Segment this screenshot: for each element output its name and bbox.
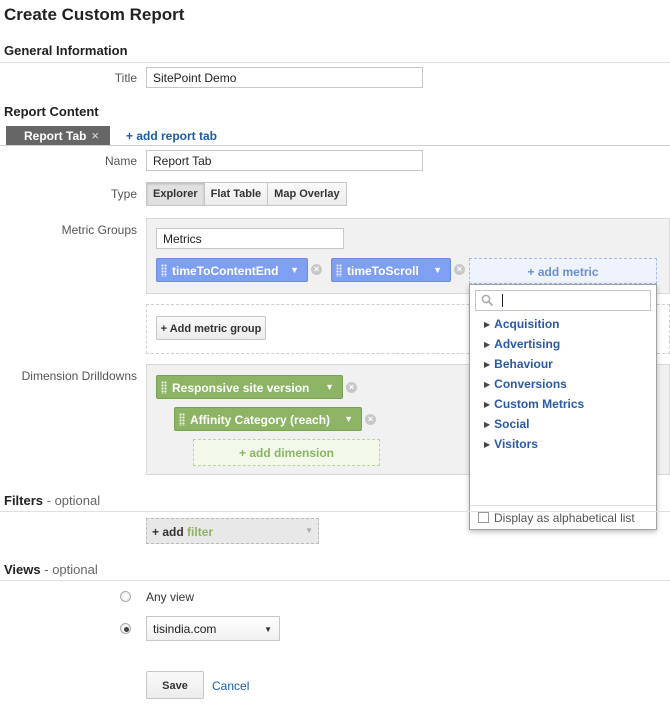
view-select-value: tisindia.com xyxy=(153,622,217,636)
title-label: Title xyxy=(114,71,137,85)
add-report-tab-link[interactable]: + add report tab xyxy=(126,129,217,143)
expand-arrow-icon: ▶ xyxy=(484,360,491,369)
report-content-heading: Report Content xyxy=(4,104,99,119)
page-title: Create Custom Report xyxy=(4,5,185,24)
divider xyxy=(0,511,670,512)
divider xyxy=(0,580,670,581)
name-input[interactable] xyxy=(146,150,423,171)
dimension-chip-responsive-site-version[interactable]: Responsive site version ▼ xyxy=(156,375,343,399)
specific-view-radio[interactable] xyxy=(120,623,131,634)
metric-category-acquisition[interactable]: ▶ Acquisition xyxy=(484,317,560,331)
dimension-chip-label: Responsive site version xyxy=(172,381,310,395)
metric-category-behaviour[interactable]: ▶ Behaviour xyxy=(484,357,553,371)
metric-category-custom-metrics[interactable]: ▶ Custom Metrics xyxy=(484,397,584,411)
drag-handle-icon[interactable] xyxy=(336,264,342,277)
any-view-radio[interactable] xyxy=(120,591,131,602)
category-label: Acquisition xyxy=(494,317,560,331)
filters-heading: Filters - optional xyxy=(4,493,100,508)
chevron-down-icon[interactable]: ▼ xyxy=(433,265,442,275)
add-filter-prefix: + add xyxy=(152,525,184,539)
chevron-down-icon[interactable]: ▼ xyxy=(325,382,334,392)
chevron-down-icon: ▼ xyxy=(264,625,272,634)
metric-search-input[interactable] xyxy=(475,290,651,311)
close-icon[interactable]: × xyxy=(91,128,99,143)
view-select[interactable]: tisindia.com ▼ xyxy=(146,616,280,641)
metric-category-conversions[interactable]: ▶ Conversions xyxy=(484,377,567,391)
optional-label: - optional xyxy=(44,562,98,577)
views-heading-text: Views xyxy=(4,562,41,577)
add-metric-group-button[interactable]: + Add metric group xyxy=(156,316,266,340)
metric-groups-label: Metric Groups xyxy=(61,223,137,237)
alphabetical-list-checkbox[interactable] xyxy=(478,512,489,523)
chevron-down-icon: ▼ xyxy=(305,526,313,535)
views-heading: Views - optional xyxy=(4,562,98,577)
title-input[interactable] xyxy=(146,67,423,88)
drag-handle-icon[interactable] xyxy=(179,413,185,426)
general-information-heading: General Information xyxy=(4,43,128,58)
any-view-label: Any view xyxy=(146,590,195,604)
remove-metric-icon[interactable]: × xyxy=(311,264,322,275)
type-label: Type xyxy=(110,187,137,201)
category-label: Social xyxy=(494,417,530,431)
expand-arrow-icon: ▶ xyxy=(484,320,491,329)
metric-category-social[interactable]: ▶ Social xyxy=(484,417,530,431)
category-label: Advertising xyxy=(494,337,561,351)
chevron-down-icon[interactable]: ▼ xyxy=(290,265,299,275)
category-label: Behaviour xyxy=(494,357,553,371)
divider xyxy=(0,62,670,63)
text-cursor xyxy=(502,294,503,307)
type-flat-table-button[interactable]: Flat Table xyxy=(204,183,269,205)
add-filter-button[interactable]: + add filter ▼ xyxy=(146,518,319,544)
chevron-down-icon[interactable]: ▼ xyxy=(344,414,353,424)
optional-label: - optional xyxy=(46,493,101,508)
metric-chip-timetocontentend[interactable]: timeToContentEnd ▼ xyxy=(156,258,308,282)
category-label: Custom Metrics xyxy=(494,397,585,411)
metric-category-visitors[interactable]: ▶ Visitors xyxy=(484,437,538,451)
search-icon xyxy=(481,294,494,307)
tab-report-tab[interactable]: Report Tab × xyxy=(6,126,110,145)
dimension-chip-affinity-category[interactable]: Affinity Category (reach) ▼ xyxy=(174,407,362,431)
type-map-overlay-button[interactable]: Map Overlay xyxy=(268,183,346,205)
drag-handle-icon[interactable] xyxy=(161,264,167,277)
filters-heading-text: Filters xyxy=(4,493,44,508)
metric-chip-label: timeToContentEnd xyxy=(172,264,279,278)
dimension-chip-label: Affinity Category (reach) xyxy=(190,413,331,427)
remove-metric-icon[interactable]: × xyxy=(454,264,465,275)
metric-group-name-input[interactable] xyxy=(156,228,344,249)
expand-arrow-icon: ▶ xyxy=(484,340,491,349)
expand-arrow-icon: ▶ xyxy=(484,400,491,409)
expand-arrow-icon: ▶ xyxy=(484,440,491,449)
dropdown-divider xyxy=(470,505,656,506)
metric-chip-label: timeToScroll xyxy=(347,264,419,278)
type-explorer-button[interactable]: Explorer xyxy=(147,183,205,205)
remove-dimension-icon[interactable]: × xyxy=(346,382,357,393)
dimension-drilldowns-label: Dimension Drilldowns xyxy=(21,369,137,383)
add-dimension-button[interactable]: + add dimension xyxy=(193,439,380,466)
expand-arrow-icon: ▶ xyxy=(484,420,491,429)
metric-picker-dropdown: ▶ Acquisition ▶ Advertising ▶ Behaviour ▶ Co… xyxy=(469,284,657,530)
remove-dimension-icon[interactable]: × xyxy=(365,414,376,425)
category-label: Conversions xyxy=(494,377,567,391)
expand-arrow-icon: ▶ xyxy=(484,380,491,389)
category-label: Visitors xyxy=(494,437,538,451)
alphabetical-list-label: Display as alphabetical list xyxy=(494,511,635,525)
type-selector: Explorer Flat Table Map Overlay xyxy=(146,182,347,206)
metric-category-advertising[interactable]: ▶ Advertising xyxy=(484,337,560,351)
metric-chip-timetoscroll[interactable]: timeToScroll ▼ xyxy=(331,258,451,282)
save-button[interactable]: Save xyxy=(146,671,204,699)
drag-handle-icon[interactable] xyxy=(161,381,167,394)
add-metric-button[interactable]: + add metric xyxy=(469,258,657,284)
tab-label: Report Tab xyxy=(24,129,87,143)
add-filter-word: filter xyxy=(187,525,214,539)
tab-divider xyxy=(0,145,670,146)
cancel-link[interactable]: Cancel xyxy=(212,679,249,693)
name-label: Name xyxy=(104,154,137,168)
